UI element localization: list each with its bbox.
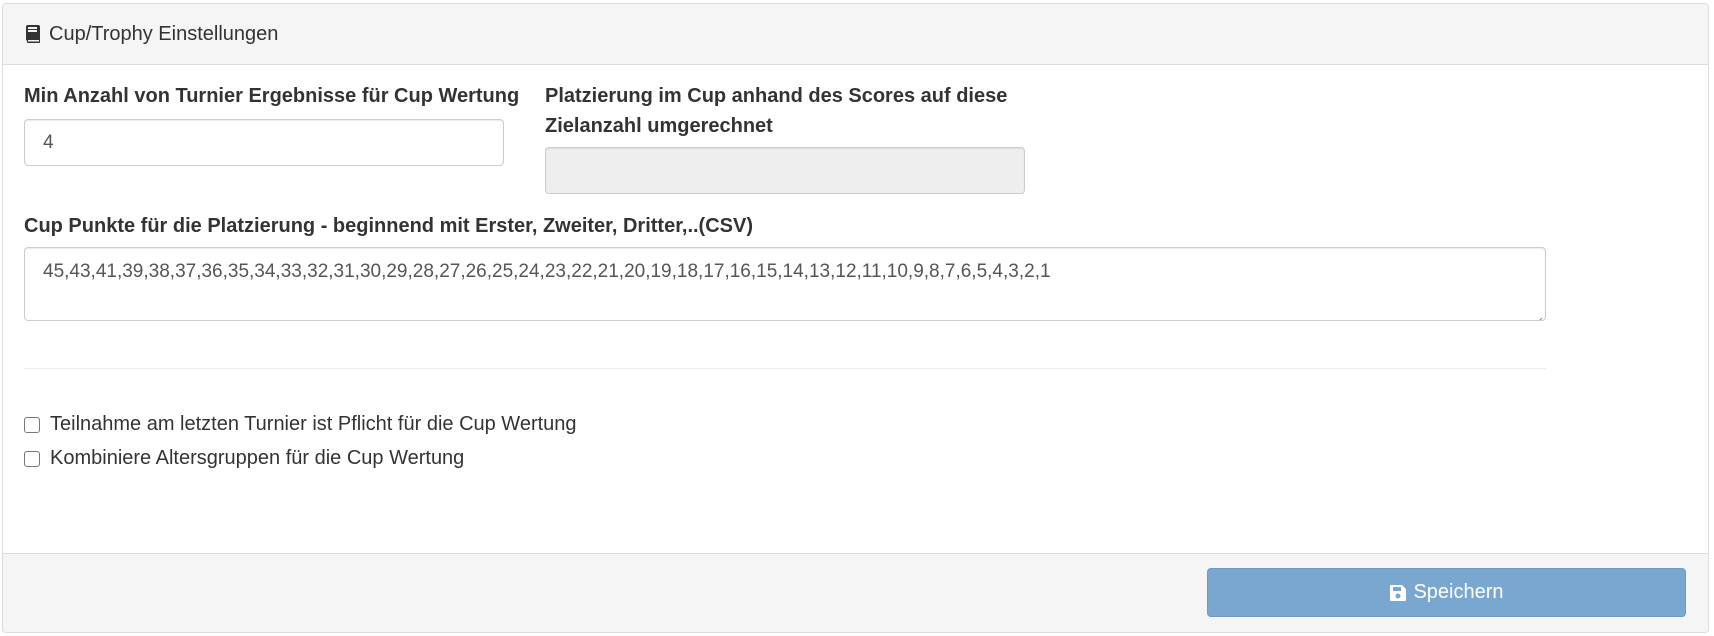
panel-body: Min Anzahl von Turnier Ergebnisse für Cu…	[3, 65, 1708, 553]
cup-points-label: Cup Punkte für die Platzierung - beginne…	[24, 215, 753, 237]
save-button-label: Speichern	[1413, 581, 1504, 603]
form-divider	[24, 368, 1546, 369]
mandatory-last-tournament-checkbox[interactable]	[24, 416, 40, 433]
min-results-label: Min Anzahl von Turnier Ergebnisse für Cu…	[24, 85, 520, 107]
min-results-input[interactable]	[24, 119, 504, 166]
panel-footer: Speichern	[3, 553, 1708, 632]
mandatory-last-tournament-label: Teilnahme am letzten Turnier ist Pflicht…	[50, 413, 577, 435]
placement-label-line2: Zielanzahl umgerechnet	[545, 115, 773, 137]
resize-grip-icon[interactable]	[1533, 308, 1543, 320]
save-button[interactable]: Speichern	[1207, 568, 1686, 617]
combine-age-groups-checkbox[interactable]	[24, 450, 40, 467]
cup-points-textarea[interactable]: 45,43,41,39,38,37,36,35,34,33,32,31,30,2…	[24, 247, 1546, 321]
floppy-disk-icon	[1389, 584, 1407, 602]
cup-points-value: 45,43,41,39,38,37,36,35,34,33,32,31,30,2…	[43, 261, 1051, 282]
placement-label-line1: Platzierung im Cup anhand des Scores auf…	[545, 85, 1008, 107]
cup-settings-panel: Cup/Trophy Einstellungen Min Anzahl von …	[2, 3, 1709, 633]
combine-age-groups-option[interactable]: Kombiniere Altersgruppen für die Cup Wer…	[24, 447, 464, 470]
panel-heading: Cup/Trophy Einstellungen	[3, 4, 1708, 65]
book-icon	[25, 24, 41, 44]
panel-title: Cup/Trophy Einstellungen	[49, 22, 279, 45]
mandatory-last-tournament-option[interactable]: Teilnahme am letzten Turnier ist Pflicht…	[24, 413, 577, 436]
combine-age-groups-label: Kombiniere Altersgruppen für die Cup Wer…	[50, 447, 465, 469]
placement-input	[545, 147, 1025, 194]
